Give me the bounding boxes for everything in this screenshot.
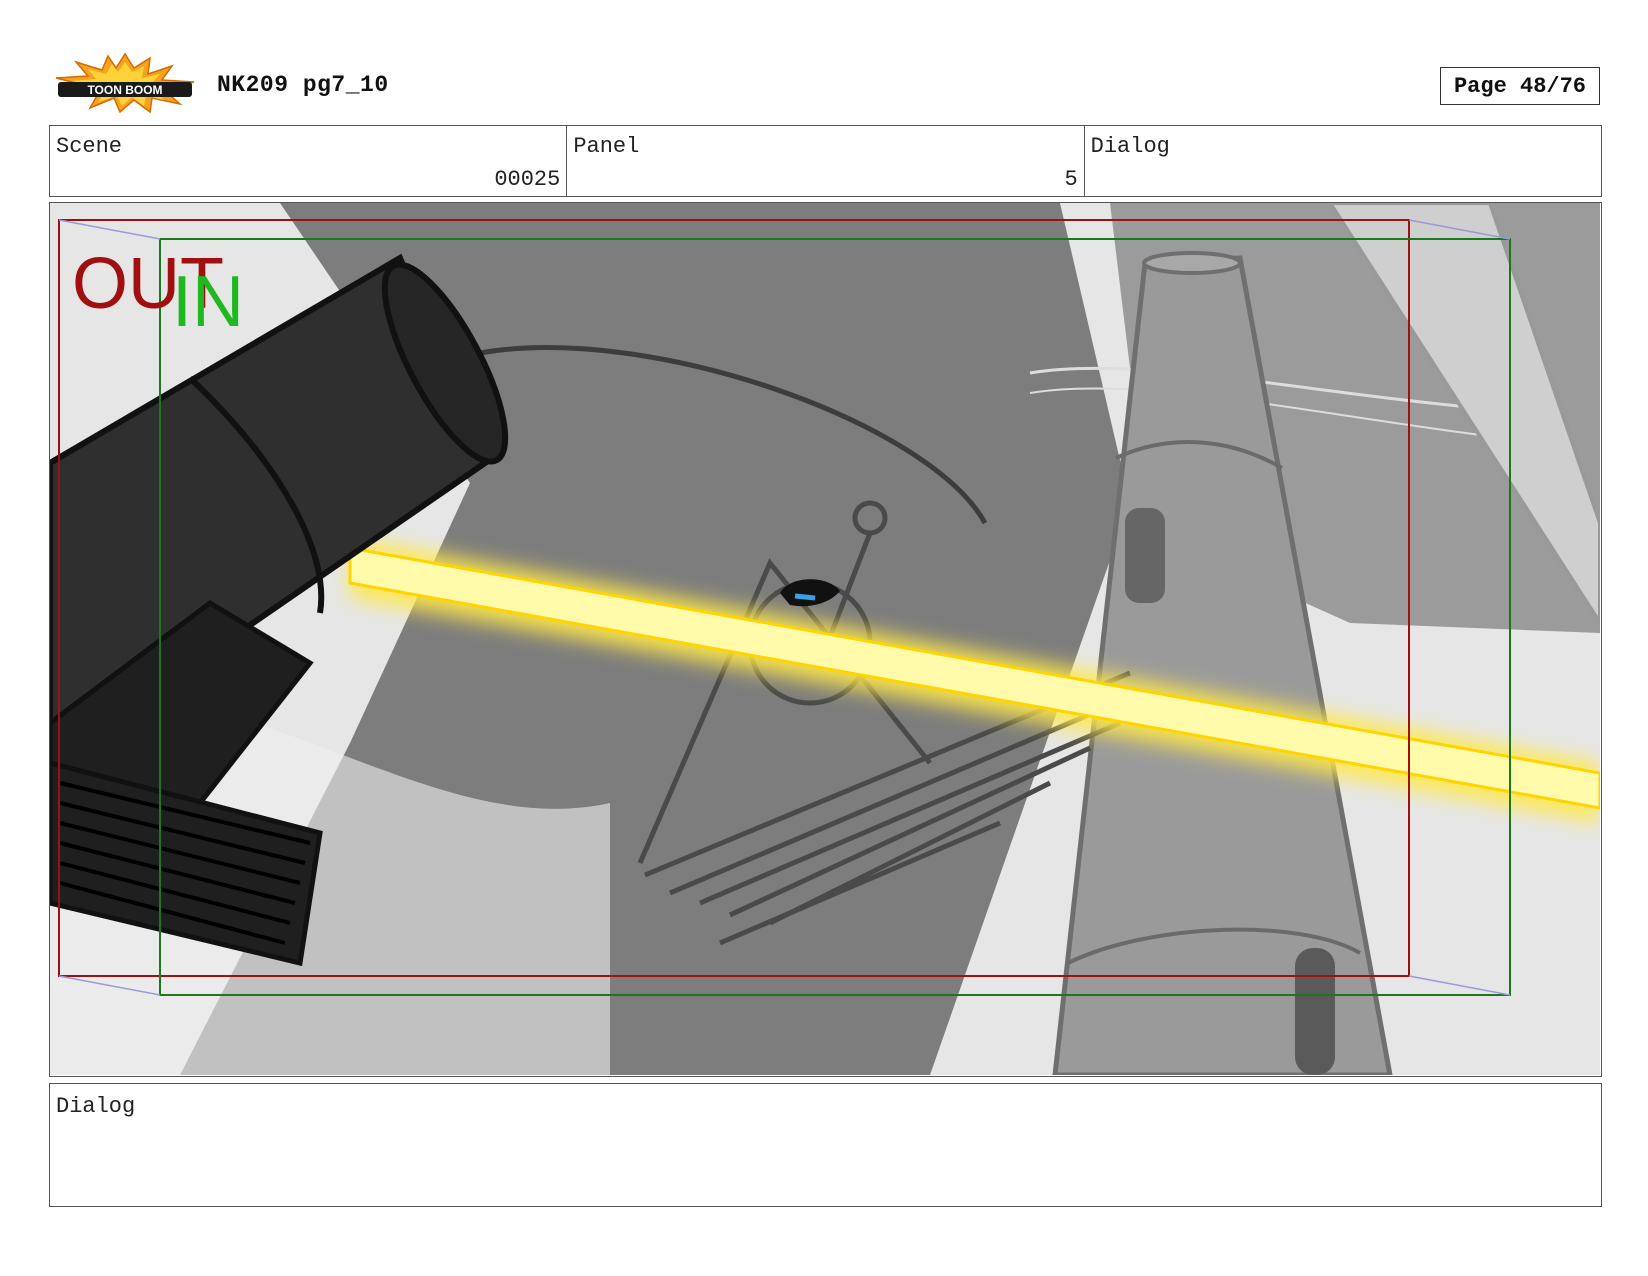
storyboard-panel: OUT IN [49,202,1602,1077]
dialog-label: Dialog [56,1094,136,1119]
mast-hole [1295,948,1335,1075]
dialog-cell: Dialog [1085,126,1601,196]
panel-cell: Panel 5 [567,126,1085,196]
in-label: IN [172,262,244,342]
panel-artwork: OUT IN [50,203,1600,1075]
character-highlight [794,593,816,601]
logo-text: TOON BOOM [87,83,162,97]
page-indicator: Page 48/76 [1440,67,1600,105]
toon-boom-logo: TOON BOOM [54,52,196,114]
mast-hook [1125,508,1165,603]
scene-number: 00025 [494,167,561,192]
scene-label: Scene [56,134,123,159]
mast-top [1142,251,1242,275]
scene-cell: Scene 00025 [50,126,568,196]
document-title: NK209 pg7_10 [217,72,389,98]
dialog-header-label: Dialog [1090,134,1170,159]
dialog-box: Dialog [49,1083,1602,1207]
info-row: Scene 00025 Panel 5 Dialog [49,125,1602,197]
panel-number: 5 [1064,167,1078,192]
panel-label: Panel [573,134,640,159]
